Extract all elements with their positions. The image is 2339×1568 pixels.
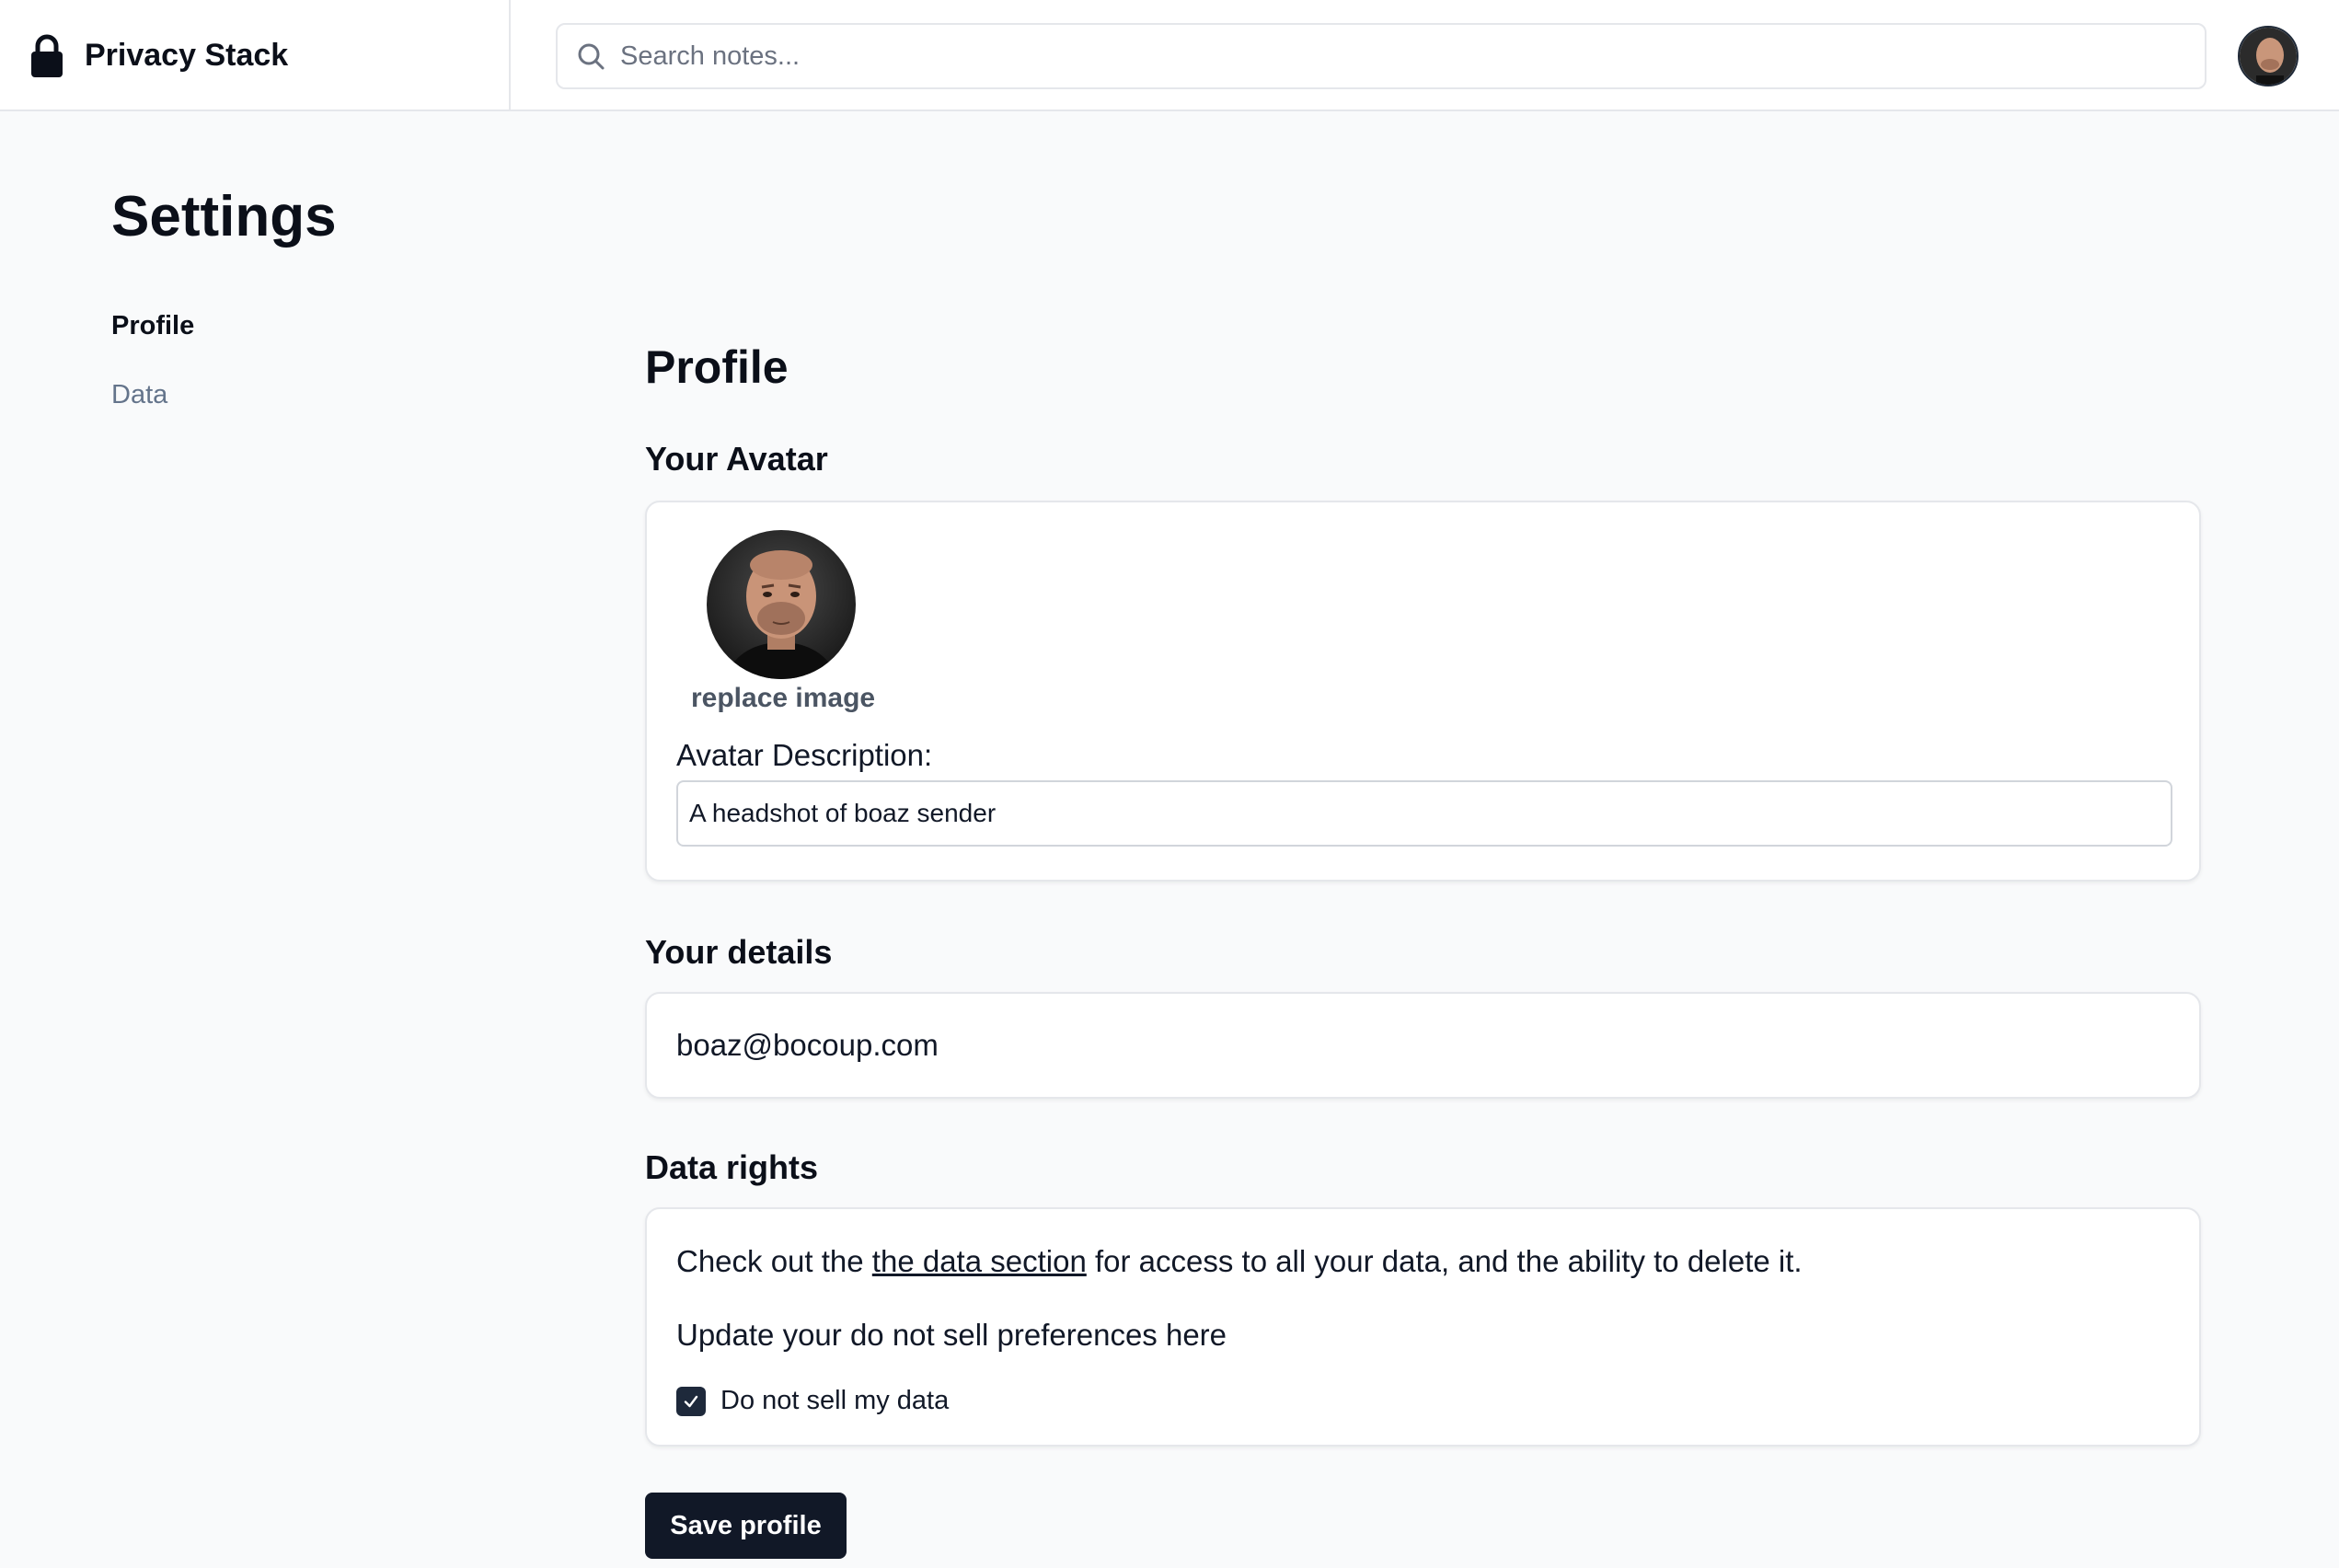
save-profile-button[interactable]: Save profile (645, 1493, 847, 1559)
preferences-text: Update your do not sell preferences here (676, 1318, 1227, 1352)
avatar[interactable] (707, 530, 856, 679)
search-box[interactable] (556, 23, 2206, 89)
data-rights-card: Check out the the data section for acces… (645, 1207, 2201, 1447)
data-rights-text: Check out the the data section for acces… (676, 1244, 2170, 1279)
settings-nav: Profile Data (111, 311, 194, 449)
section-title: Profile (645, 341, 789, 393)
avatar-description-input[interactable] (676, 780, 2172, 847)
check-icon (684, 1395, 698, 1407)
avatar-photo (707, 530, 856, 679)
profile-panel: Profile Your Avatar replace image Avatar… (645, 340, 2201, 1559)
data-rights-text-before: Check out the (676, 1244, 872, 1278)
data-rights-section-title: Data rights (645, 1148, 819, 1186)
data-section-link[interactable]: the data section (872, 1244, 1087, 1278)
data-rights-text-after: for access to all your data, and the abi… (1086, 1244, 1803, 1278)
email-value: boaz@bocoup.com (676, 1028, 939, 1062)
app-name: Privacy Stack (85, 38, 289, 73)
lock-icon (31, 34, 63, 77)
do-not-sell-label: Do not sell my data (720, 1386, 950, 1415)
brand[interactable]: Privacy Stack (0, 0, 511, 111)
details-section-title: Your details (645, 933, 833, 971)
nav-item-data[interactable]: Data (111, 380, 194, 410)
nav-item-profile[interactable]: Profile (111, 311, 194, 341)
details-card: boaz@bocoup.com (645, 992, 2201, 1099)
do-not-sell-row[interactable]: Do not sell my data (676, 1386, 949, 1416)
avatar-card: replace image Avatar Description: (645, 501, 2201, 882)
avatar-image (2240, 28, 2297, 85)
page-title: Settings (111, 185, 337, 248)
replace-image-link[interactable]: replace image (691, 683, 875, 714)
top-bar: Privacy Stack (0, 0, 2339, 111)
avatar-section-title: Your Avatar (645, 440, 828, 478)
avatar-description-label: Avatar Description: (676, 738, 933, 772)
do-not-sell-checkbox[interactable] (676, 1386, 706, 1416)
search-icon (578, 43, 605, 70)
user-avatar[interactable] (2238, 26, 2299, 86)
search-input[interactable] (620, 40, 2184, 72)
